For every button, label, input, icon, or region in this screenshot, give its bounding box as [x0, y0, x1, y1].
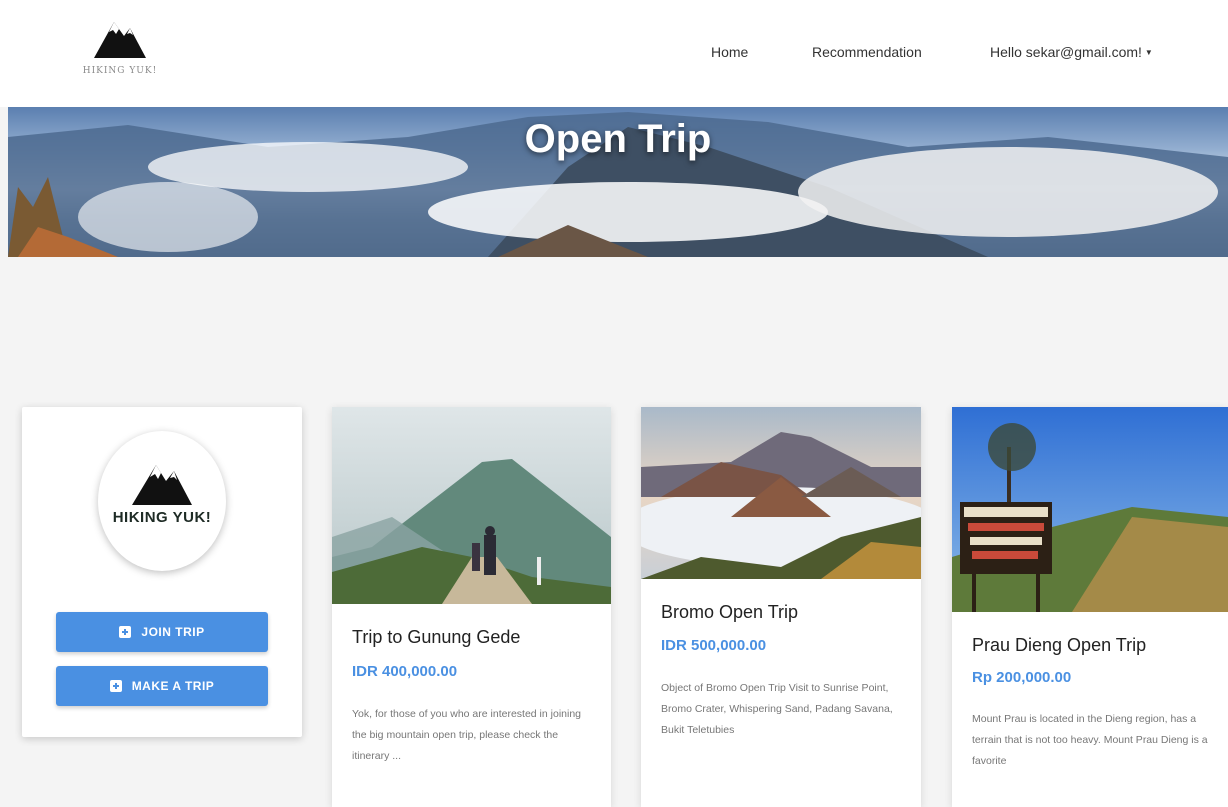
sidebar-logo-text: HIKING YUK! [112, 509, 212, 526]
brand-logo[interactable]: HIKING YUK! [70, 16, 170, 96]
make-trip-label: MAKE A TRIP [131, 679, 215, 693]
trip-card[interactable]: Bromo Open Trip IDR 500,000.00 Object of… [641, 407, 921, 807]
sidebar-card: HIKING YUK! JOIN TRIP MAKE A TRIP [22, 407, 302, 737]
trip-image-gunung-gede [332, 407, 611, 604]
trip-image-bromo [641, 407, 921, 579]
make-trip-button[interactable]: MAKE A TRIP [56, 666, 268, 706]
nav-home-link[interactable]: Home [711, 44, 748, 60]
trip-price: Rp 200,000.00 [972, 669, 1072, 686]
trip-card[interactable]: Prau Dieng Open Trip Rp 200,000.00 Mount… [952, 407, 1228, 807]
plus-square-icon [109, 680, 122, 692]
trip-image-prau-dieng [952, 407, 1228, 612]
join-trip-label: JOIN TRIP [141, 625, 205, 639]
trip-price: IDR 400,000.00 [352, 663, 458, 680]
trip-description: Yok, for those of you who are interested… [352, 708, 582, 762]
hero-banner: Open Trip [8, 107, 1228, 257]
trip-price: IDR 500,000.00 [661, 637, 767, 654]
trip-title[interactable]: Trip to Gunung Gede [352, 627, 520, 648]
join-trip-button[interactable]: JOIN TRIP [56, 612, 268, 652]
mountain-logo-icon [94, 22, 146, 58]
nav-recommendation-link[interactable]: Recommendation [812, 44, 922, 60]
user-menu-dropdown[interactable]: Hello sekar@gmail.com! ▼ [990, 44, 1153, 60]
trip-description: Object of Bromo Open Trip Visit to Sunri… [661, 682, 893, 736]
trip-description: Mount Prau is located in the Dieng regio… [972, 713, 1208, 767]
user-greeting: Hello sekar@gmail.com! [990, 44, 1142, 60]
plus-square-icon [119, 626, 132, 638]
sidebar-logo: HIKING YUK! [98, 431, 226, 571]
trip-card[interactable]: Trip to Gunung Gede IDR 400,000.00 Yok, … [332, 407, 611, 807]
hero-title: Open Trip [524, 117, 712, 161]
mountain-logo-icon [132, 465, 192, 505]
trip-title[interactable]: Bromo Open Trip [661, 602, 798, 623]
trip-title[interactable]: Prau Dieng Open Trip [972, 635, 1146, 656]
top-navbar: HIKING YUK! Home Recommendation Hello se… [0, 0, 1228, 107]
caret-down-icon: ▼ [1144, 48, 1153, 57]
brand-logo-text: HIKING YUK! [82, 66, 158, 76]
